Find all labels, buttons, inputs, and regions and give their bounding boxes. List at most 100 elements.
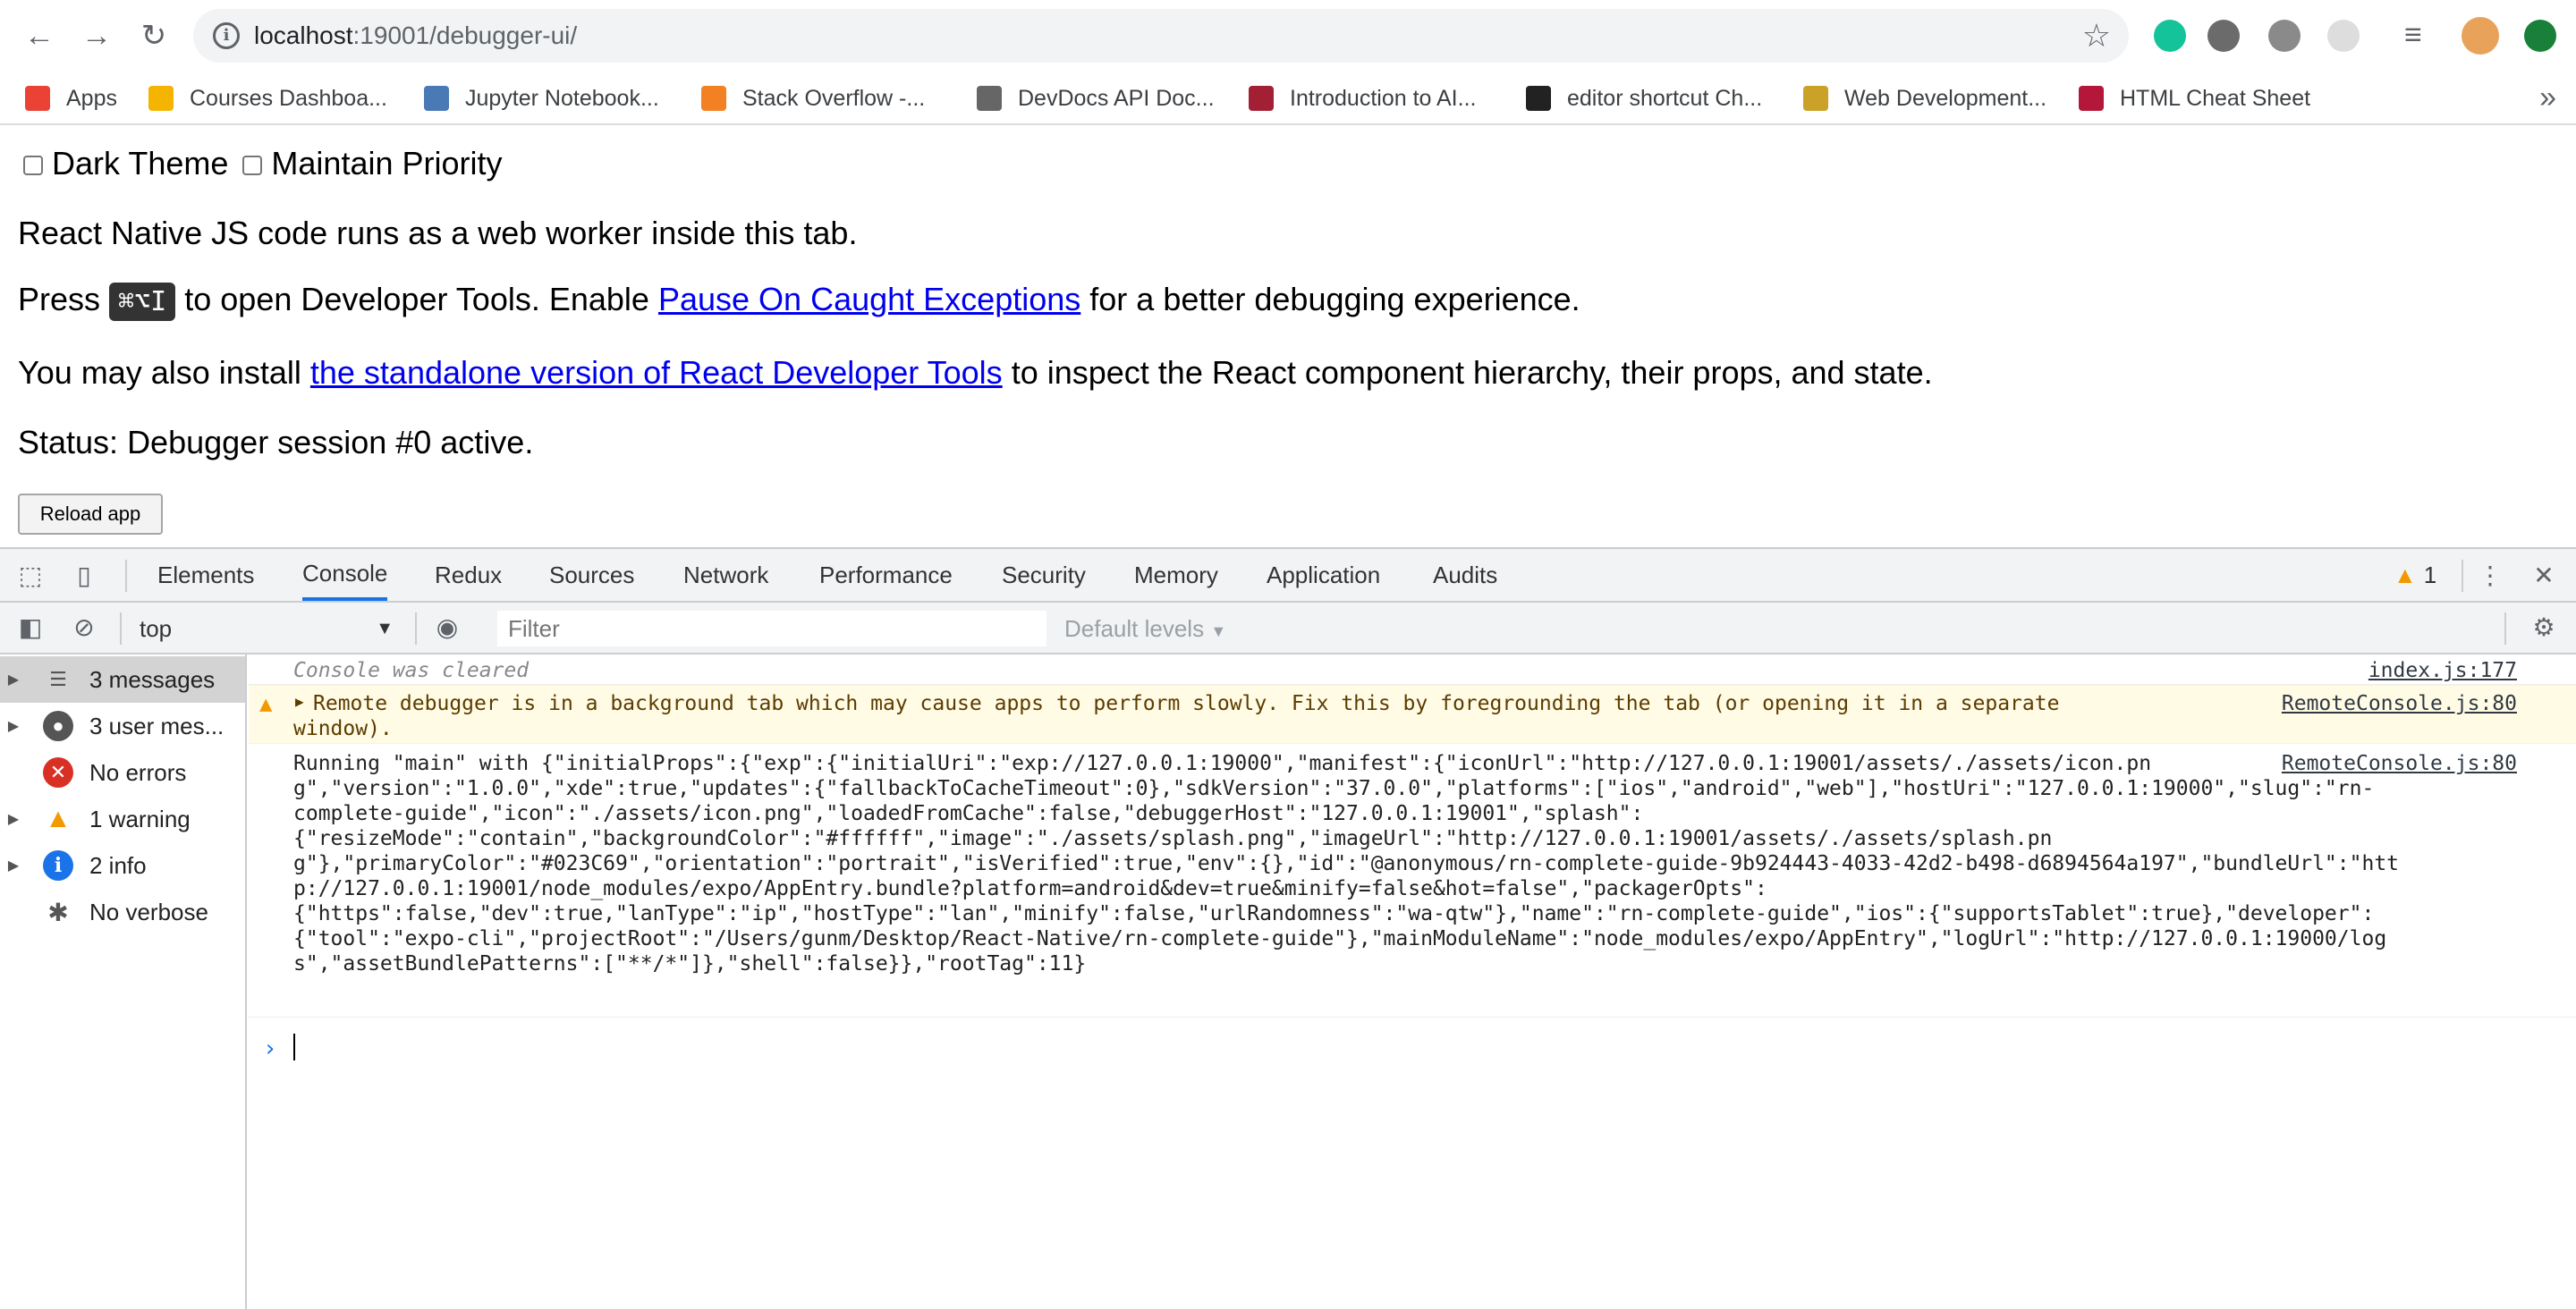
dark-theme-label: Dark Theme (52, 145, 229, 182)
source-link[interactable]: index.js:177 (2368, 658, 2517, 683)
bookmark-item[interactable]: HTML Cheat Sheet (2079, 72, 2310, 125)
console-prompt-icon: › (263, 1035, 277, 1062)
pause-exceptions-link[interactable]: Pause On Caught Exceptions (658, 281, 1080, 317)
tab-security[interactable]: Security (1002, 549, 1086, 601)
reload-app-button[interactable]: Reload app (18, 494, 163, 535)
options-row: Dark Theme Maintain Priority (18, 145, 503, 182)
html-cheatsheet-icon (2079, 86, 2104, 111)
bookmark-item[interactable]: Introduction to AI... (1249, 72, 1476, 125)
devtools-panel: ⬚ ▯ Elements Console Redux Sources Netwo… (0, 547, 2576, 1309)
stackoverflow-icon (701, 86, 726, 111)
update-icon[interactable] (2524, 20, 2556, 52)
bookmark-star-icon[interactable]: ☆ (2082, 18, 2111, 54)
dropdown-arrow-icon: ▼ (1210, 622, 1227, 640)
sidebar-item-info[interactable]: ▶ i 2 info (0, 842, 245, 889)
user-icon: ● (43, 711, 73, 741)
expand-triangle-icon[interactable]: ▶ (0, 857, 27, 874)
maintain-priority-label: Maintain Priority (271, 145, 503, 182)
back-icon[interactable]: ← (20, 16, 59, 55)
tab-console[interactable]: Console (302, 549, 388, 601)
bookmarks-bar: Apps Courses Dashboa... Jupyter Notebook… (0, 72, 2576, 125)
forward-icon[interactable]: → (77, 16, 116, 55)
debugger-status: Status: Debugger session #0 active. (18, 424, 534, 460)
sidebar-item-messages[interactable]: ▶ ☰ 3 messages (0, 656, 245, 703)
console-input[interactable] (293, 1034, 295, 1060)
bookmark-item[interactable]: Courses Dashboa... (148, 72, 387, 125)
tab-memory[interactable]: Memory (1134, 549, 1218, 601)
bookmark-item[interactable]: editor shortcut Ch... (1526, 72, 1762, 125)
info-icon: i (43, 850, 73, 881)
jupyter-icon (424, 86, 449, 111)
devdocs-icon (977, 86, 1002, 111)
media-queue-icon[interactable]: ≡ (2404, 18, 2422, 53)
grammarly-extension-icon[interactable] (2154, 20, 2186, 52)
inspect-element-icon[interactable]: ⬚ (16, 562, 45, 590)
error-icon: ✕ (43, 757, 73, 788)
maintain-priority-checkbox[interactable] (242, 156, 263, 176)
site-info-icon[interactable]: i (213, 22, 240, 49)
tab-performance[interactable]: Performance (819, 549, 953, 601)
worker-info: React Native JS code runs as a web worke… (18, 215, 858, 251)
tab-network[interactable]: Network (683, 549, 768, 601)
mit-ocw-icon (1249, 86, 1274, 111)
avatar[interactable] (2462, 17, 2499, 55)
editor-icon (1526, 86, 1551, 111)
warning-icon: ▲ (2394, 561, 2417, 588)
clear-console-icon[interactable]: ⊘ (70, 613, 98, 642)
bookmark-item[interactable]: Stack Overflow -... (701, 72, 925, 125)
warning-icon: ▲ (259, 691, 273, 716)
console-sidebar: ▶ ☰ 3 messages ▶ ● 3 user mes... ✕ No er… (0, 654, 247, 1309)
source-link[interactable]: RemoteConsole.js:80 (2275, 751, 2517, 776)
more-options-icon[interactable]: ⋮ (2476, 562, 2504, 590)
address-bar[interactable]: i localhost:19001/debugger-ui/ ☆ (193, 9, 2129, 63)
debugger-page: Dark Theme Maintain Priority React Nativ… (0, 127, 2576, 547)
console-message: Console was cleared index.js:177 (249, 654, 2576, 685)
bug-icon: ✱ (47, 898, 69, 926)
source-link[interactable]: RemoteConsole.js:80 (2282, 691, 2517, 716)
tab-audits[interactable]: Audits (1433, 549, 1497, 601)
live-expression-eye-icon[interactable]: ◉ (433, 613, 462, 642)
expand-triangle-icon[interactable]: ▶ (0, 810, 27, 828)
bookmarks-overflow-icon[interactable]: » (2539, 80, 2556, 115)
tab-application[interactable]: Application (1267, 549, 1380, 601)
tab-sources[interactable]: Sources (549, 549, 634, 601)
extension-icon[interactable] (2207, 20, 2240, 52)
filter-input[interactable]: Filter (497, 611, 1046, 646)
log-levels-dropdown[interactable]: Default levels ▼ (1064, 611, 1226, 649)
bookmark-item[interactable]: Jupyter Notebook... (424, 72, 659, 125)
reload-icon[interactable]: ↻ (134, 16, 174, 55)
device-toolbar-icon[interactable]: ▯ (70, 562, 98, 590)
dropdown-arrow-icon: ▼ (376, 619, 394, 638)
browser-toolbar: ← → ↻ i localhost:19001/debugger-ui/ ☆ ≡ (0, 0, 2576, 72)
expand-triangle-icon[interactable]: ▶ (0, 717, 27, 735)
bookmark-item[interactable]: Web Development... (1803, 72, 2046, 125)
warning-counter[interactable]: ▲ 1 (2394, 549, 2436, 601)
sidebar-toggle-icon[interactable]: ◧ (16, 613, 45, 642)
context-selector[interactable]: top ▼ (129, 612, 401, 646)
react-devtools-instructions: You may also install the standalone vers… (18, 354, 1933, 391)
bookmark-item[interactable]: DevDocs API Doc... (977, 72, 1215, 125)
extension-icon[interactable] (2268, 20, 2301, 52)
console-log: Running "main" with {"initialProps":{"ex… (249, 744, 2576, 1018)
warning-icon: ▲ (45, 804, 72, 833)
tab-elements[interactable]: Elements (157, 549, 254, 601)
apps-grid-icon (25, 86, 50, 111)
sidebar-item-errors[interactable]: ✕ No errors (0, 749, 245, 796)
react-devtools-extension-icon[interactable] (2327, 20, 2360, 52)
sidebar-item-warnings[interactable]: ▶ ▲ 1 warning (0, 796, 245, 842)
sidebar-item-user-messages[interactable]: ▶ ● 3 user mes... (0, 703, 245, 749)
sidebar-item-verbose[interactable]: ✱ No verbose (0, 889, 245, 935)
bookmark-apps[interactable]: Apps (25, 72, 117, 125)
crown-icon (148, 86, 174, 111)
shortcut-key: ⌘⌥I (109, 282, 176, 321)
close-devtools-icon[interactable]: ✕ (2529, 562, 2558, 590)
tab-redux[interactable]: Redux (435, 549, 502, 601)
devtools-tab-bar: ⬚ ▯ Elements Console Redux Sources Netwo… (0, 549, 2576, 603)
console-settings-gear-icon[interactable]: ⚙ (2529, 613, 2558, 642)
dark-theme-checkbox[interactable] (23, 156, 43, 176)
webdev-icon (1803, 86, 1828, 111)
expand-triangle-icon[interactable]: ▶ (0, 671, 27, 688)
expand-triangle-icon[interactable]: ▶ (295, 693, 304, 710)
address-url[interactable]: localhost:19001/debugger-ui/ (254, 20, 577, 52)
react-devtools-link[interactable]: the standalone version of React Develope… (310, 354, 1003, 391)
